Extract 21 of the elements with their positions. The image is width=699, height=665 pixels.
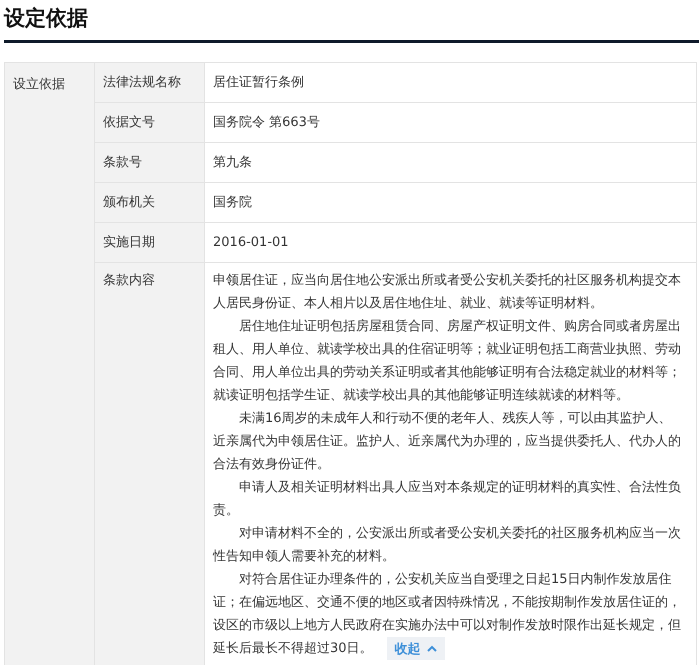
clause-paragraph: 申领居住证，应当向居住地公安派出所或者受公安机关委托的社区服务机构提交本人居民身份证、本人相片以及居住地住址、就业、就读等证明材料。 [213,272,682,313]
field-value: 国务院令 第663号 [205,103,697,143]
clause-paragraph: 申请人及相关证明材料出具人应当对本条规定的证明材料的真实性、合法性负责。 [213,479,682,520]
clause-paragraph: 对符合居住证办理条件的，公安机关应当自受理之日起15日内制作发放居住证；在偏远地区、交通不便的地区或者因特殊情况，不能按期制作发放居住证的，设区的市级以上地方人民政府在实施办法中可以对制作发放时限作出延长规定，但延长后最长不得超过30日。 收起 [213,568,683,660]
clause-paragraph: 未满16周岁的未成年人和行动不便的老年人、残疾人等，可以由其监护人、近亲属代为申领居住证。监护人、近亲属代为办理的，应当提供委托人、代办人的合法有效身份证件。 [213,410,682,474]
field-value: 2016-01-01 [205,223,697,263]
field-label: 法律法规名称 [95,63,205,103]
chevron-up-icon [426,645,437,652]
field-label: 条款号 [95,143,205,183]
clause-paragraph: 对申请材料不全的，公安派出所或者受公安机关委托的社区服务机构应当一次性告知申领人需要补充的材料。 [213,525,682,566]
group-label: 设立依据 [5,63,95,665]
section-title: 设定依据 [4,5,89,32]
field-value: 国务院 [205,183,697,223]
collapse-button[interactable]: 收起 [386,637,445,660]
field-label: 依据文号 [95,103,205,143]
field-label: 实施日期 [95,223,205,263]
field-value: 第九条 [205,143,697,183]
field-value: 居住证暂行条例 [205,63,697,103]
field-label: 条款内容 [95,263,205,665]
field-label: 颁布机关 [95,183,205,223]
clause-paragraph: 居住地住址证明包括房屋租赁合同、房屋产权证明文件、购房合同或者房屋出租人、用人单位、就读学校出具的住宿证明等；就业证明包括工商营业执照、劳动合同、用人单位出具的劳动关系证明或者其他能够证明有合法稳定就业的材料等；就读证明包括学生证、就读学校出具的其他能够证明连续就读的材料等。 [213,318,682,405]
